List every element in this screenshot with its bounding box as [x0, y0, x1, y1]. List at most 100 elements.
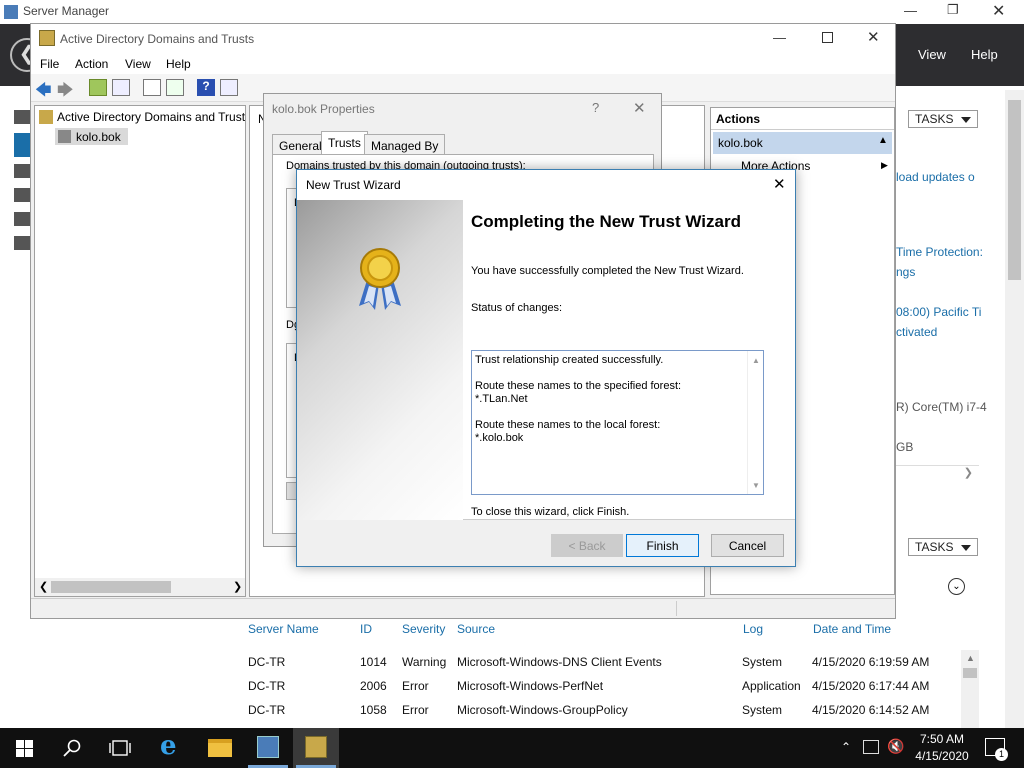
cell-severity: Error: [402, 703, 429, 717]
cancel-button[interactable]: Cancel: [711, 534, 784, 557]
sm-menu-view[interactable]: View: [918, 47, 946, 62]
ad-app-icon: [39, 30, 55, 46]
actions-selected-label: kolo.bok: [718, 136, 763, 150]
ad-minimize-button[interactable]: —: [773, 30, 786, 45]
cell-server: DC-TR: [248, 679, 286, 693]
tree-root[interactable]: Active Directory Domains and Trust: [57, 110, 245, 124]
cell-date: 4/15/2020 6:19:59 AM: [812, 655, 930, 669]
tasks-dropdown-1[interactable]: TASKS: [908, 110, 978, 128]
sm-restore-button[interactable]: ❐: [947, 2, 959, 18]
show-hide-tree-icon[interactable]: [112, 79, 130, 96]
forward-icon[interactable]: 🡆: [57, 79, 75, 99]
server-manager-icon: [4, 5, 18, 19]
status-line: [475, 406, 743, 419]
sm-close-button[interactable]: ✕: [992, 1, 1005, 21]
all-servers-icon[interactable]: [14, 164, 30, 178]
sm-menu-help[interactable]: Help: [971, 47, 998, 62]
ad-menubar: File Action View Help: [31, 52, 895, 74]
wizard-close-button[interactable]: ✕: [773, 175, 786, 193]
status-line: Route these names to the local forest:: [475, 419, 661, 431]
internet-explorer-icon[interactable]: e: [160, 733, 184, 759]
col-source[interactable]: Source: [457, 622, 495, 636]
server-manager-taskbar-button[interactable]: [245, 728, 291, 768]
search-icon[interactable]: [63, 739, 81, 757]
ad-close-button[interactable]: ✕: [867, 28, 880, 46]
windows-start-icon[interactable]: [16, 740, 33, 757]
task-view-icon[interactable]: [109, 740, 131, 756]
clock-time[interactable]: 7:50 AM: [912, 732, 972, 746]
show-hidden-icons-chevron-icon[interactable]: ⌃: [841, 740, 851, 754]
cell-severity: Error: [402, 679, 429, 693]
tree-h-scrollbar[interactable]: ❮ ❯: [35, 578, 245, 596]
taskbar: e ⌃ 🔇 7:50 AM 4/15/2020 1: [0, 728, 1024, 768]
menu-view[interactable]: View: [125, 57, 151, 71]
tree-item-kolo-bok[interactable]: kolo.bok: [55, 128, 128, 145]
ad-tree-root-icon: [39, 110, 53, 124]
dns-icon[interactable]: [14, 212, 30, 226]
col-severity[interactable]: Severity: [402, 622, 445, 636]
local-server-icon[interactable]: [14, 133, 30, 157]
menu-action[interactable]: Action: [75, 57, 108, 71]
status-line: Route these names to the specified fores…: [475, 380, 682, 392]
sm-snippet-settings[interactable]: ngs: [896, 265, 915, 279]
tab-trusts[interactable]: Trusts: [321, 131, 368, 155]
up-folder-icon[interactable]: [89, 79, 107, 96]
new-trust-wizard: New Trust Wizard ✕ Completing the New Tr…: [296, 169, 796, 567]
finish-button[interactable]: Finish: [626, 534, 699, 557]
properties-help-button[interactable]: ?: [592, 100, 599, 115]
export-list-icon[interactable]: [166, 79, 184, 96]
properties-icon[interactable]: [143, 79, 161, 96]
menu-help[interactable]: Help: [166, 57, 191, 71]
wizard-title: New Trust Wizard: [306, 178, 401, 192]
tab-managed-by[interactable]: Managed By: [364, 134, 446, 155]
tree-item-label: kolo.bok: [76, 130, 121, 144]
cell-server: DC-TR: [248, 703, 286, 717]
help-icon[interactable]: ?: [197, 79, 215, 96]
collapse-arrow-icon[interactable]: ▲: [878, 135, 888, 146]
status-line: [475, 367, 743, 380]
sm-snippet-timezone[interactable]: 08:00) Pacific Ti: [896, 305, 981, 319]
col-server-name[interactable]: Server Name: [248, 622, 319, 636]
ad-ds-icon[interactable]: [14, 188, 30, 202]
sm-snippet-cpu: R) Core(TM) i7-4: [896, 400, 987, 414]
ad-domains-taskbar-button[interactable]: [293, 728, 339, 768]
cell-date: 4/15/2020 6:17:44 AM: [812, 679, 930, 693]
cell-date: 4/15/2020 6:14:52 AM: [812, 703, 930, 717]
sm-snippet-protection[interactable]: Time Protection:: [896, 245, 983, 259]
properties-close-button[interactable]: ✕: [633, 99, 646, 117]
back-button[interactable]: < Back: [551, 534, 623, 557]
clock-date[interactable]: 4/15/2020: [907, 749, 977, 763]
dashboard-icon[interactable]: [14, 110, 30, 124]
status-of-changes-textbox[interactable]: Trust relationship created successfully.…: [471, 350, 764, 495]
sm-main-scrollbar[interactable]: [1005, 90, 1024, 728]
events-scrollbar[interactable]: ▲: [961, 650, 979, 728]
col-date-time[interactable]: Date and Time: [813, 622, 891, 636]
status-line: *.TLan.Net: [475, 393, 528, 405]
sm-minimize-button[interactable]: —: [904, 3, 917, 18]
server-manager-taskbar-icon: [257, 736, 279, 758]
wizard-art-panel: [297, 200, 463, 520]
action-pane-icon[interactable]: [220, 79, 238, 96]
sm-snippet-updates[interactable]: load updates o: [896, 170, 975, 184]
speaker-muted-icon[interactable]: 🔇: [887, 738, 904, 755]
col-log[interactable]: Log: [743, 622, 763, 636]
actions-header: Actions: [711, 108, 894, 130]
ad-window-title: Active Directory Domains and Trusts: [60, 32, 255, 46]
file-services-icon[interactable]: [14, 236, 30, 250]
domain-icon: [58, 130, 71, 143]
server-manager-titlebar: Server Manager — ❐ ✕: [0, 0, 1024, 24]
status-scrollbar[interactable]: ▲ ▼: [747, 351, 763, 494]
tasks-dropdown-2[interactable]: TASKS: [908, 538, 978, 556]
sm-sidebar: [0, 86, 30, 728]
sm-snippet-activated[interactable]: ctivated: [896, 325, 937, 339]
network-icon[interactable]: [863, 740, 879, 754]
menu-file[interactable]: File: [40, 57, 59, 71]
ad-maximize-button[interactable]: [822, 32, 833, 43]
col-id[interactable]: ID: [360, 622, 372, 636]
file-explorer-icon[interactable]: [208, 739, 232, 757]
sm-scroll-right-arrow[interactable]: ❯: [896, 465, 979, 483]
back-icon[interactable]: 🡄: [35, 79, 53, 99]
expand-chevron-icon[interactable]: ⌄: [948, 578, 965, 595]
submenu-arrow-icon: ▶: [881, 160, 888, 170]
actions-selected-kolo-bok[interactable]: kolo.bok ▲: [713, 132, 892, 154]
